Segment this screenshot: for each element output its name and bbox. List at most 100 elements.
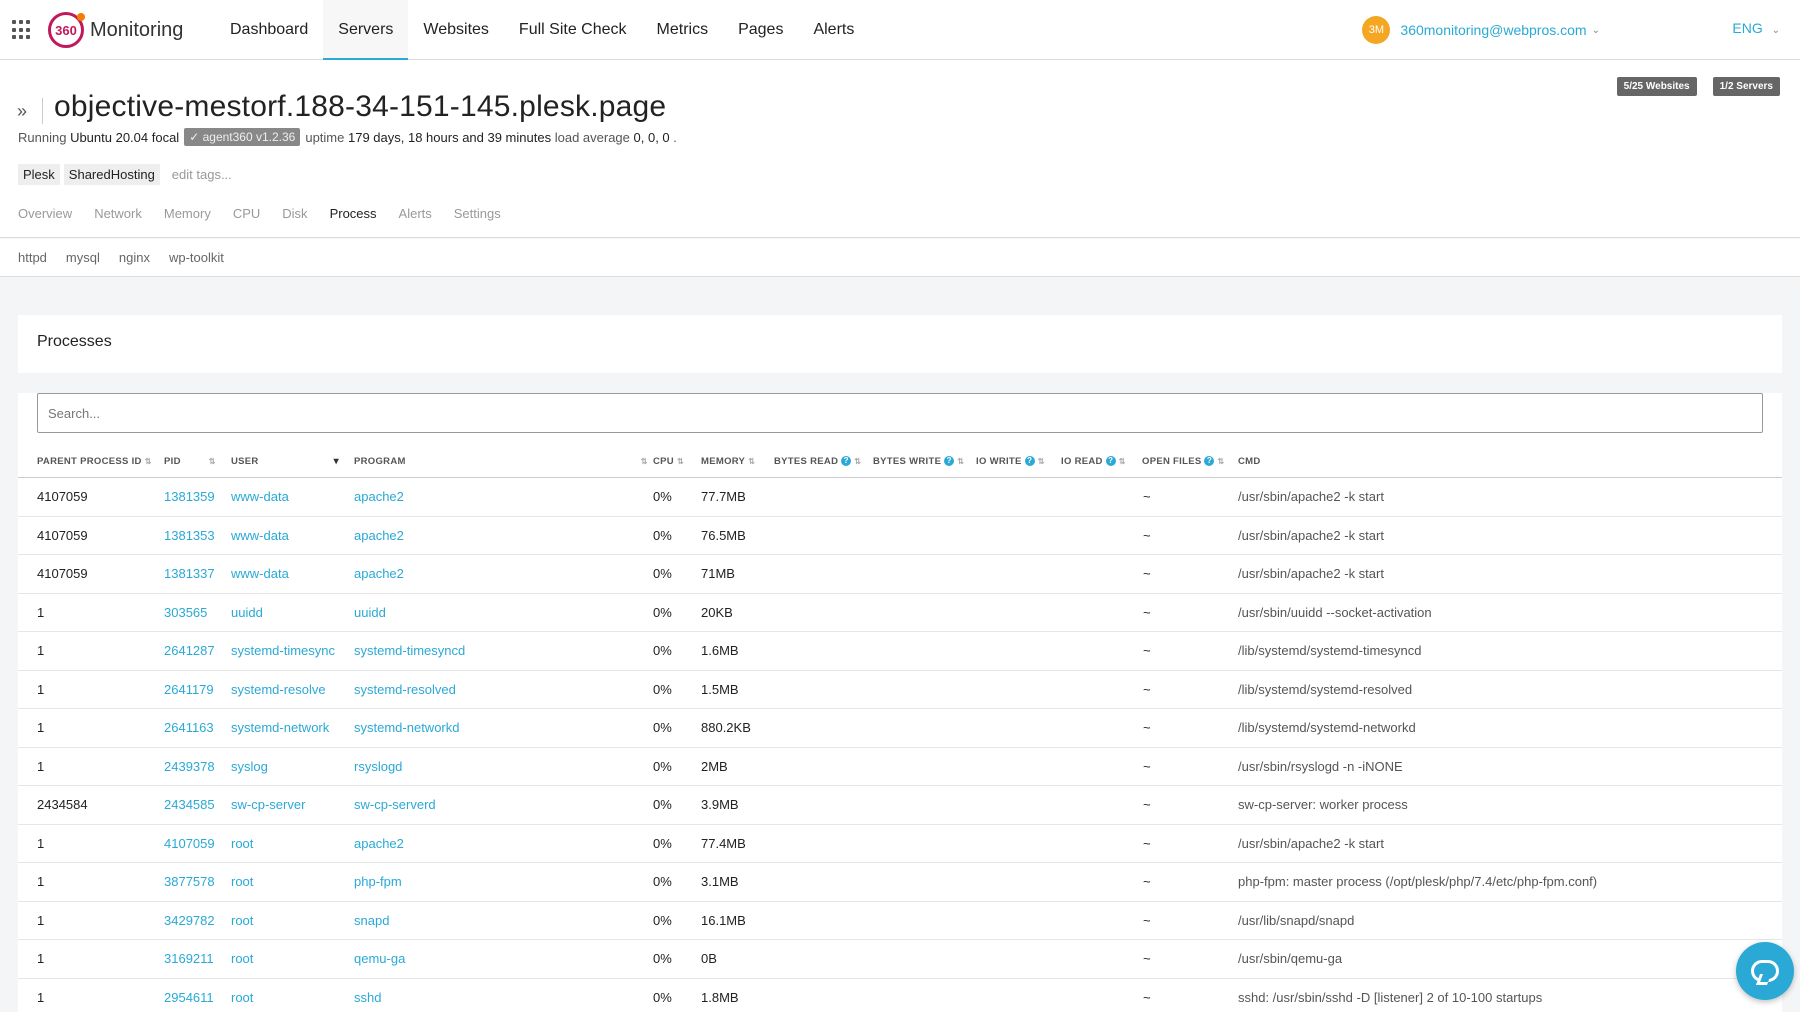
filter-mysql[interactable]: mysql <box>66 250 100 265</box>
nav-pages[interactable]: Pages <box>723 0 798 60</box>
tab-network[interactable]: Network <box>94 206 142 221</box>
cell-memory: 2MB <box>701 758 728 774</box>
cell-pid[interactable]: 3429782 <box>164 902 215 940</box>
cell-user[interactable]: root <box>231 825 253 863</box>
col-bytes-read[interactable]: BYTES READ? ⇅ <box>774 446 861 478</box>
chat-button[interactable] <box>1736 942 1794 1000</box>
cell-pid[interactable]: 2641287 <box>164 632 215 670</box>
cell-pid[interactable]: 2439378 <box>164 748 215 786</box>
search-input[interactable] <box>37 393 1763 433</box>
filter-nginx[interactable]: nginx <box>119 250 150 265</box>
server-header: 5/25 Websites 1/2 Servers » objective-me… <box>0 60 1800 238</box>
cell-pid[interactable]: 2954611 <box>164 979 214 1012</box>
cell-user[interactable]: root <box>231 979 253 1012</box>
double-chevron-down-icon[interactable]: » <box>17 102 35 122</box>
cell-pid[interactable]: 4107059 <box>164 825 215 863</box>
edit-tags-link[interactable]: edit tags... <box>172 167 232 182</box>
cell-user[interactable]: syslog <box>231 748 268 786</box>
cell-program[interactable]: systemd-networkd <box>354 709 459 747</box>
cell-program[interactable]: apache2 <box>354 825 404 863</box>
tag-plesk[interactable]: Plesk <box>18 164 60 185</box>
cell-user[interactable]: sw-cp-server <box>231 786 305 824</box>
cell-program[interactable]: rsyslogd <box>354 748 402 786</box>
tab-alerts[interactable]: Alerts <box>399 206 432 221</box>
filter-wp-toolkit[interactable]: wp-toolkit <box>169 250 224 265</box>
cell-program[interactable]: php-fpm <box>354 863 402 901</box>
tag-sharedhosting[interactable]: SharedHosting <box>63 164 160 185</box>
help-icon: ? <box>1105 456 1116 467</box>
nav-servers[interactable]: Servers <box>323 0 409 61</box>
tab-cpu[interactable]: CPU <box>233 206 260 221</box>
cell-user[interactable]: www-data <box>231 478 289 516</box>
col-pid[interactable]: PID ⇅ <box>164 446 216 478</box>
cell-program[interactable]: uuidd <box>354 594 386 632</box>
user-menu[interactable]: 3M 360monitoring@webpros.com ⌄ <box>1362 16 1600 44</box>
cell-cpu: 0% <box>653 874 672 889</box>
col-program[interactable]: PROGRAM ⇅ <box>354 446 648 478</box>
cell-program[interactable]: qemu-ga <box>354 940 405 978</box>
nav-metrics[interactable]: Metrics <box>642 0 724 60</box>
cell-program[interactable]: apache2 <box>354 517 404 555</box>
logo[interactable]: 360 Monitoring <box>48 12 183 48</box>
cell-user[interactable]: systemd-timesync <box>231 632 335 670</box>
cell-user[interactable]: root <box>231 940 253 978</box>
cell-pid[interactable]: 2434585 <box>164 786 215 824</box>
filter-httpd[interactable]: httpd <box>18 250 47 265</box>
cell-user[interactable]: www-data <box>231 555 289 593</box>
tab-settings[interactable]: Settings <box>454 206 501 221</box>
col-cpu[interactable]: CPU ⇅ <box>653 446 684 478</box>
cell-user[interactable]: root <box>231 863 253 901</box>
servers-quota-badge: 1/2 Servers <box>1712 77 1780 96</box>
sort-desc-icon: ▾ <box>333 456 339 467</box>
cell-user[interactable]: systemd-resolve <box>231 671 326 709</box>
cell-program[interactable]: apache2 <box>354 478 404 516</box>
cell-pid[interactable]: 303565 <box>164 594 207 632</box>
cell-program[interactable]: sw-cp-serverd <box>354 786 436 824</box>
col-bytes-write[interactable]: BYTES WRITE? ⇅ <box>873 446 964 478</box>
sort-icon: ⇅ <box>640 457 648 466</box>
cell-pid[interactable]: 1381359 <box>164 478 215 516</box>
cell-cpu: 0% <box>653 681 672 697</box>
chevron-down-icon: ⌄ <box>1591 24 1600 36</box>
col-user[interactable]: USER ▾ <box>231 446 339 478</box>
cell-program[interactable]: apache2 <box>354 555 404 593</box>
nav-full-site-check[interactable]: Full Site Check <box>504 0 642 60</box>
col-io-read[interactable]: IO READ? ⇅ <box>1061 446 1126 478</box>
cell-program[interactable]: systemd-resolved <box>354 671 456 709</box>
cell-pid[interactable]: 3169211 <box>164 940 214 978</box>
cell-user[interactable]: root <box>231 902 253 940</box>
nav-dashboard[interactable]: Dashboard <box>215 0 323 60</box>
cell-cpu: 0% <box>653 797 672 812</box>
apps-grid-icon[interactable] <box>12 20 32 40</box>
cell-cmd: /lib/systemd/systemd-resolved <box>1238 681 1413 697</box>
cell-program[interactable]: systemd-timesyncd <box>354 632 465 670</box>
websites-quota-badge: 5/25 Websites <box>1616 77 1697 96</box>
col-io-write[interactable]: IO WRITE? ⇅ <box>976 446 1045 478</box>
tab-disk[interactable]: Disk <box>282 206 307 221</box>
cell-pid[interactable]: 2641179 <box>164 671 214 709</box>
cell-user[interactable]: uuidd <box>231 594 263 632</box>
table-row: 4107059 1381353 www-data apache2 0% 76.5MB ~ /u… <box>18 517 1782 555</box>
cell-pid[interactable]: 3877578 <box>164 863 215 901</box>
tab-memory[interactable]: Memory <box>164 206 211 221</box>
uptime-label: uptime <box>305 129 345 145</box>
col-memory[interactable]: MEMORY ⇅ <box>701 446 755 478</box>
tab-process[interactable]: Process <box>330 206 377 221</box>
cell-user[interactable]: www-data <box>231 517 289 555</box>
cell-cmd: /lib/systemd/systemd-networkd <box>1238 720 1416 735</box>
cell-cpu: 0% <box>653 489 672 504</box>
tab-overview[interactable]: Overview <box>18 206 72 221</box>
load-label: load average <box>554 129 630 145</box>
col-parent-process-id[interactable]: PARENT PROCESS ID ⇅ <box>37 446 152 478</box>
cell-user[interactable]: systemd-network <box>231 709 329 747</box>
cell-pid[interactable]: 2641163 <box>164 709 214 747</box>
cell-program[interactable]: snapd <box>354 902 389 940</box>
sort-icon: ⇅ <box>854 457 862 466</box>
language-selector[interactable]: ENG ⌄ <box>1732 20 1780 36</box>
col-open-files[interactable]: OPEN FILES? ⇅ <box>1142 446 1225 478</box>
cell-pid[interactable]: 1381353 <box>164 517 215 555</box>
cell-program[interactable]: sshd <box>354 979 381 1012</box>
nav-alerts[interactable]: Alerts <box>798 0 869 60</box>
cell-pid[interactable]: 1381337 <box>164 555 215 593</box>
nav-websites[interactable]: Websites <box>408 0 504 60</box>
